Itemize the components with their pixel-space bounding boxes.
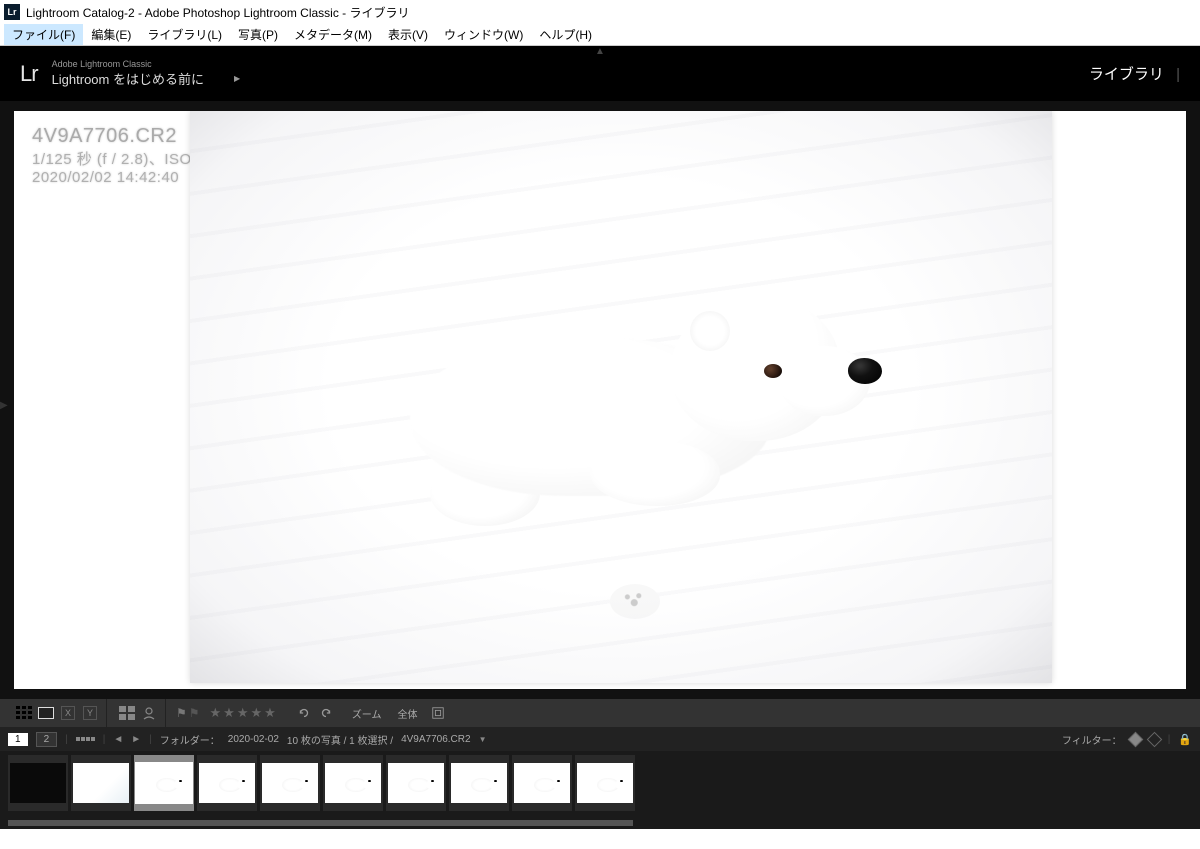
- flag-pick-button[interactable]: ⚑: [176, 706, 187, 720]
- people-view-button[interactable]: [139, 704, 159, 722]
- menu-metadata[interactable]: メタデータ(M): [286, 24, 380, 45]
- thumbnail-image: [577, 763, 633, 803]
- app-icon: Lr: [4, 4, 20, 20]
- loupe-view-button[interactable]: [36, 704, 56, 722]
- thumbnail-index: 9: [514, 751, 518, 752]
- folder-label: フォルダー：: [160, 732, 220, 747]
- getting-started-link[interactable]: Lightroom をはじめる前に: [52, 69, 204, 88]
- window-titlebar: Lr Lightroom Catalog-2 - Adobe Photoshop…: [0, 0, 1200, 24]
- nav-back-button[interactable]: ◄: [113, 734, 123, 745]
- thumbnail-image: [73, 763, 129, 803]
- window-title: Lightroom Catalog-2 - Adobe Photoshop Li…: [26, 4, 410, 21]
- zoom-slider-icon[interactable]: [428, 704, 448, 722]
- survey-view-button[interactable]: [117, 704, 137, 722]
- menu-file[interactable]: ファイル(F): [4, 24, 83, 45]
- loupe-view: ▶ 4V9A7706.CR2 1/125 秒 (f / 2.8)、ISO 100…: [0, 101, 1200, 699]
- thumbnail[interactable]: 3: [134, 755, 194, 811]
- zoom-label: ズーム: [346, 706, 388, 721]
- filter-lock-icon[interactable]: 🔒: [1178, 733, 1192, 746]
- menu-library[interactable]: ライブラリ(L): [139, 24, 230, 45]
- compare-x-button[interactable]: X: [58, 704, 78, 722]
- lightroom-logo: Lr: [20, 61, 38, 87]
- thumbnail-image: [10, 763, 66, 803]
- thumbnail[interactable]: 6: [323, 755, 383, 811]
- thumbnail[interactable]: 9: [512, 755, 572, 811]
- filmstrip-scrollbar[interactable]: [0, 817, 1200, 829]
- thumbnail-index: 6: [325, 751, 329, 752]
- rotate-ccw-button[interactable]: [294, 704, 314, 722]
- thumbnail[interactable]: 5: [260, 755, 320, 811]
- thumbnail-image: [451, 763, 507, 803]
- thumbnail-index: 2: [73, 751, 77, 752]
- thumbnail-index: 5: [262, 751, 266, 752]
- menu-edit[interactable]: 編集(E): [83, 24, 139, 45]
- thumbnail[interactable]: 2: [71, 755, 131, 811]
- photo-count: 10 枚の写真 / 1 枚選択 /: [287, 732, 393, 747]
- filter-diamond-off-icon[interactable]: [1146, 731, 1162, 747]
- thumbnail-index: 4: [199, 751, 203, 752]
- module-separator: |: [1176, 66, 1180, 83]
- rotate-cw-button[interactable]: [316, 704, 336, 722]
- thumbnail-index: 3: [136, 751, 140, 752]
- thumbnail-image: [325, 763, 381, 803]
- monitor-2-button[interactable]: 2: [36, 732, 58, 747]
- thumbnail[interactable]: 4: [197, 755, 257, 811]
- menu-photo[interactable]: 写真(P): [230, 24, 286, 45]
- module-header: ▲ Lr Adobe Lightroom Classic Lightroom を…: [0, 46, 1200, 101]
- thumbnail-image: [136, 763, 192, 803]
- menu-window[interactable]: ウィンドウ(W): [436, 24, 531, 45]
- photo-preview: [190, 111, 1052, 683]
- filter-diamond-icon[interactable]: [1127, 731, 1143, 747]
- module-library[interactable]: ライブラリ: [1089, 66, 1164, 83]
- nav-forward-button[interactable]: ►: [131, 734, 141, 745]
- fit-label[interactable]: 全体: [392, 706, 424, 721]
- panel-collapse-left-icon[interactable]: ▶: [0, 400, 8, 411]
- thumbnail-index: 10: [577, 751, 586, 752]
- thumbnail[interactable]: 7: [386, 755, 446, 811]
- menu-view[interactable]: 表示(V): [380, 24, 436, 45]
- filter-label: フィルター：: [1062, 732, 1122, 747]
- thumbnail-image: [388, 763, 444, 803]
- menu-bar: ファイル(F) 編集(E) ライブラリ(L) 写真(P) メタデータ(M) 表示…: [0, 24, 1200, 46]
- monitor-1-button[interactable]: 1: [8, 733, 28, 746]
- thumbnail-image: [262, 763, 318, 803]
- thumbnail-image: [514, 763, 570, 803]
- menu-help[interactable]: ヘルプ(H): [531, 24, 600, 45]
- preview-canvas[interactable]: 4V9A7706.CR2 1/125 秒 (f / 2.8)、ISO 100 2…: [14, 111, 1186, 689]
- filename-dropdown-icon[interactable]: ▼: [479, 735, 487, 744]
- thumbnail[interactable]: 10: [575, 755, 635, 811]
- thumbnail[interactable]: 8: [449, 755, 509, 811]
- thumbnail-image: [199, 763, 255, 803]
- thumbnail-index: 1: [10, 751, 14, 752]
- secondary-grid-icon[interactable]: [76, 737, 95, 741]
- compare-y-button[interactable]: Y: [80, 704, 100, 722]
- thumbnail[interactable]: 1: [8, 755, 68, 811]
- folder-name[interactable]: 2020-02-02: [228, 734, 279, 745]
- filmstrip: 12345678910: [0, 751, 1200, 817]
- loupe-toolbar: X Y ⚑ ⚑ ★★★★★ ズーム 全体: [0, 699, 1200, 727]
- current-filename[interactable]: 4V9A7706.CR2: [401, 734, 471, 745]
- thumbnail-index: 8: [451, 751, 455, 752]
- filmstrip-header: 1 2 | | ◄ ► | フォルダー： 2020-02-02 10 枚の写真 …: [0, 727, 1200, 751]
- rating-stars[interactable]: ★★★★★: [210, 705, 278, 721]
- flag-reject-button[interactable]: ⚑: [189, 706, 200, 720]
- thumbnail-index: 7: [388, 751, 392, 752]
- panel-collapse-top-icon[interactable]: ▲: [595, 46, 605, 57]
- grid-view-button[interactable]: [14, 704, 34, 722]
- product-name: Adobe Lightroom Classic: [52, 59, 241, 69]
- play-icon[interactable]: ▶: [234, 74, 240, 83]
